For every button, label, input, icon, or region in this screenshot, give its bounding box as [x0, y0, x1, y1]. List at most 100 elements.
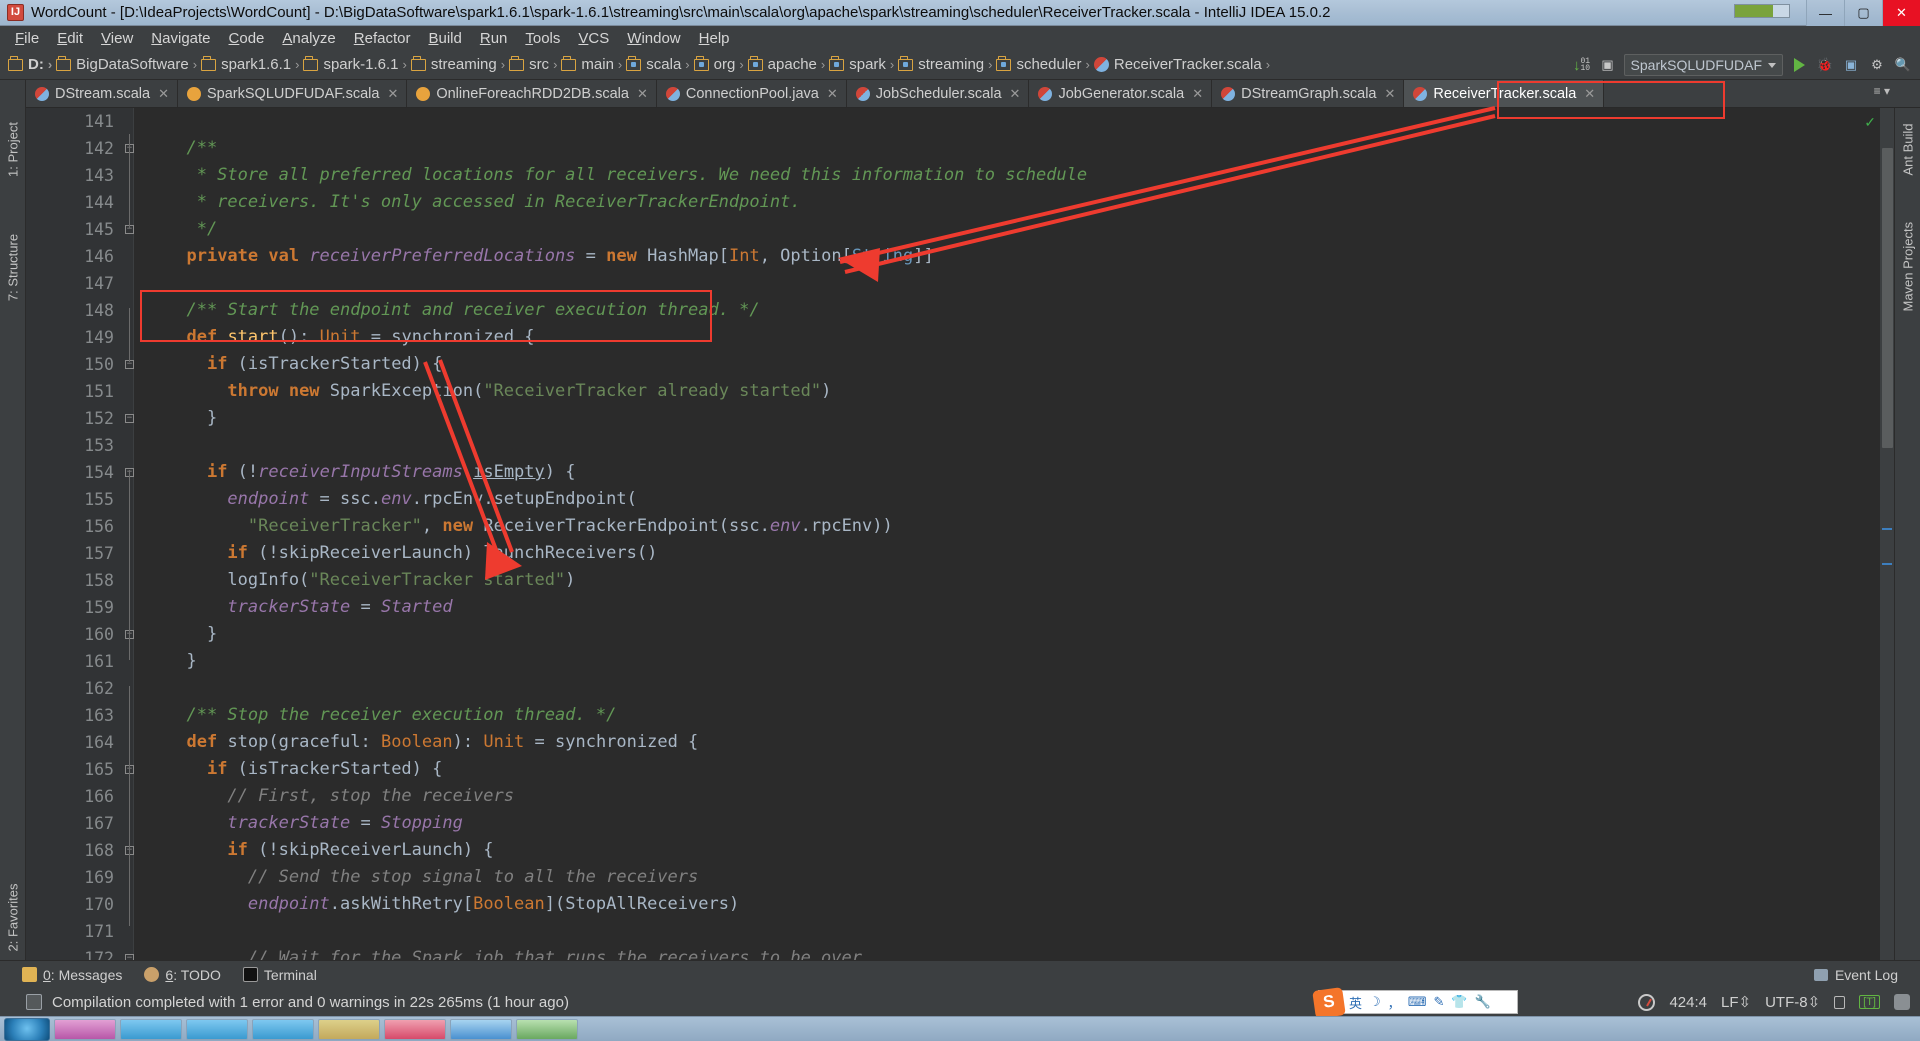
- editor-tab-sparksqludfudaf-scala[interactable]: SparkSQLUDFUDAF.scala ✕: [178, 80, 408, 107]
- hector-icon[interactable]: [1894, 994, 1910, 1010]
- ime-moon-icon[interactable]: ☽: [1369, 994, 1381, 1010]
- ime-tools-icon[interactable]: 🔧: [1475, 994, 1491, 1010]
- tool-window-messages[interactable]: 0: Messages: [22, 967, 122, 983]
- code-line[interactable]: 142− /**: [26, 135, 1894, 162]
- editor-tab-dstream-scala[interactable]: DStream.scala ✕: [26, 80, 178, 107]
- code-line[interactable]: 148 /** Start the endpoint and receiver …: [26, 297, 1894, 324]
- code-line[interactable]: 159 trackerState = Started: [26, 594, 1894, 621]
- code-line[interactable]: 162: [26, 675, 1894, 702]
- taskbar-item[interactable]: [120, 1018, 182, 1040]
- tbracket-icon[interactable]: [T]: [1859, 995, 1880, 1009]
- ime-skin-icon[interactable]: 👕: [1451, 994, 1467, 1010]
- code-line[interactable]: 154− if (!receiverInputStreams.isEmpty) …: [26, 459, 1894, 486]
- breadcrumb-item-receivertracker.scala[interactable]: ReceiverTracker.scala ›: [1093, 56, 1274, 73]
- editor-tab-jobscheduler-scala[interactable]: JobScheduler.scala ✕: [846, 80, 1030, 107]
- code-line[interactable]: 169 // Send the stop signal to all the r…: [26, 864, 1894, 891]
- close-icon[interactable]: ✕: [387, 86, 398, 102]
- taskbar-item[interactable]: [186, 1018, 248, 1040]
- close-button[interactable]: ✕: [1882, 0, 1920, 26]
- menu-item-tools[interactable]: Tools: [516, 28, 569, 49]
- editor-tab-onlineforeachrdd2db-scala[interactable]: OnlineForeachRDD2DB.scala ✕: [407, 80, 657, 107]
- start-button[interactable]: [4, 1017, 50, 1041]
- sidebar-item-structure[interactable]: 7: Structure: [6, 229, 21, 307]
- editor-tab-receivertracker-scala[interactable]: ReceiverTracker.scala ✕: [1404, 80, 1605, 107]
- code-line[interactable]: 147: [26, 270, 1894, 297]
- code-line[interactable]: 151 throw new SparkException("ReceiverTr…: [26, 378, 1894, 405]
- code-line[interactable]: 141: [26, 108, 1894, 135]
- breadcrumb-item-d[interactable]: D: ›: [8, 55, 56, 73]
- menu-item-refactor[interactable]: Refactor: [345, 28, 420, 49]
- maximize-button[interactable]: ▢: [1844, 0, 1882, 26]
- ime-lang-icon[interactable]: 英: [1349, 993, 1362, 1012]
- code-line[interactable]: 172− // Wait for the Spark job that runs…: [26, 945, 1894, 960]
- coverage-button[interactable]: ▣: [1838, 52, 1864, 78]
- debug-button[interactable]: 🐞: [1812, 52, 1838, 78]
- code-line[interactable]: 160− }: [26, 621, 1894, 648]
- code-line[interactable]: 145− */: [26, 216, 1894, 243]
- code-line[interactable]: 155 endpoint = ssc.env.rpcEnv.setupEndpo…: [26, 486, 1894, 513]
- ime-keyboard-icon[interactable]: ⌨: [1408, 994, 1427, 1010]
- close-icon[interactable]: ✕: [158, 86, 169, 102]
- close-icon[interactable]: ✕: [1010, 86, 1021, 102]
- code-line[interactable]: 168− if (!skipReceiverLaunch) {: [26, 837, 1894, 864]
- caret-position[interactable]: 424:4: [1669, 994, 1707, 1011]
- close-icon[interactable]: ✕: [1384, 86, 1395, 102]
- breadcrumb-item-org[interactable]: org ›: [693, 55, 748, 73]
- tab-overflow-icon[interactable]: ≡ ▾: [1874, 84, 1890, 98]
- fold-toggle-icon[interactable]: −: [125, 414, 134, 423]
- vcs-update-icon[interactable]: ▣: [1595, 52, 1621, 78]
- code-line[interactable]: 166 // First, stop the receivers: [26, 783, 1894, 810]
- close-icon[interactable]: ✕: [827, 86, 838, 102]
- taskbar-item[interactable]: [450, 1018, 512, 1040]
- code-line[interactable]: 150− if (isTrackerStarted) {: [26, 351, 1894, 378]
- editor-tab-jobgenerator-scala[interactable]: JobGenerator.scala ✕: [1029, 80, 1213, 107]
- download-icon[interactable]: ↓ 01 10: [1569, 52, 1595, 78]
- menu-item-edit[interactable]: Edit: [48, 28, 92, 49]
- menu-item-build[interactable]: Build: [419, 28, 470, 49]
- code-line[interactable]: 164 def stop(graceful: Boolean): Unit = …: [26, 729, 1894, 756]
- breadcrumb-item-scala[interactable]: scala ›: [626, 55, 693, 73]
- settings-button[interactable]: ⚙: [1864, 52, 1890, 78]
- menu-item-window[interactable]: Window: [618, 28, 689, 49]
- menu-item-file[interactable]: File: [6, 28, 48, 49]
- inspection-gauge-icon[interactable]: [1638, 993, 1656, 1011]
- menu-item-help[interactable]: Help: [690, 28, 739, 49]
- code-line[interactable]: 165− if (isTrackerStarted) {: [26, 756, 1894, 783]
- editor-tab-dstreamgraph-scala[interactable]: DStreamGraph.scala ✕: [1212, 80, 1405, 107]
- breadcrumb-item-src[interactable]: src ›: [509, 55, 561, 73]
- menu-item-code[interactable]: Code: [220, 28, 274, 49]
- editor-tab-connectionpool-java[interactable]: ConnectionPool.java ✕: [656, 80, 847, 107]
- sidebar-item-favorites[interactable]: 2: Favorites: [6, 879, 21, 957]
- code-line[interactable]: 149 def start(): Unit = synchronized {: [26, 324, 1894, 351]
- editor-scrollbar[interactable]: [1880, 108, 1894, 960]
- menu-item-navigate[interactable]: Navigate: [142, 28, 219, 49]
- line-separator[interactable]: LF⇳: [1721, 993, 1751, 1011]
- breadcrumb-item-apache[interactable]: apache ›: [747, 55, 830, 73]
- ime-comma-icon[interactable]: ，: [1388, 993, 1401, 1012]
- breadcrumb-item-streaming[interactable]: streaming ›: [410, 55, 509, 73]
- menu-item-view[interactable]: View: [92, 28, 142, 49]
- code-line[interactable]: 170 endpoint.askWithRetry[Boolean](StopA…: [26, 891, 1894, 918]
- tool-window-terminal[interactable]: Terminal: [242, 967, 317, 983]
- code-line[interactable]: 146 private val receiverPreferredLocatio…: [26, 243, 1894, 270]
- code-line[interactable]: 153: [26, 432, 1894, 459]
- taskbar-item[interactable]: [384, 1018, 446, 1040]
- code-line[interactable]: 156 "ReceiverTracker", new ReceiverTrack…: [26, 513, 1894, 540]
- breadcrumb-item-bigdatasoftware[interactable]: BigDataSoftware ›: [56, 55, 201, 73]
- code-editor[interactable]: 141142− /**143 * Store all preferred loc…: [26, 108, 1894, 960]
- breadcrumb-item-spark[interactable]: spark ›: [829, 55, 898, 73]
- code-line[interactable]: 143 * Store all preferred locations for …: [26, 162, 1894, 189]
- minimize-button[interactable]: —: [1806, 0, 1844, 26]
- breadcrumb-item-main[interactable]: main ›: [561, 55, 626, 73]
- run-button[interactable]: [1786, 52, 1812, 78]
- taskbar-item[interactable]: [54, 1018, 116, 1040]
- menu-item-run[interactable]: Run: [471, 28, 517, 49]
- file-encoding[interactable]: UTF-8⇳: [1765, 993, 1820, 1011]
- taskbar-item[interactable]: [252, 1018, 314, 1040]
- read-only-lock-icon[interactable]: [1834, 995, 1846, 1009]
- close-icon[interactable]: ✕: [1584, 86, 1595, 102]
- sidebar-item-project[interactable]: 1: Project: [6, 111, 21, 189]
- taskbar-item[interactable]: [318, 1018, 380, 1040]
- ime-pen-icon[interactable]: ✎: [1433, 994, 1444, 1010]
- menu-item-vcs[interactable]: VCS: [569, 28, 618, 49]
